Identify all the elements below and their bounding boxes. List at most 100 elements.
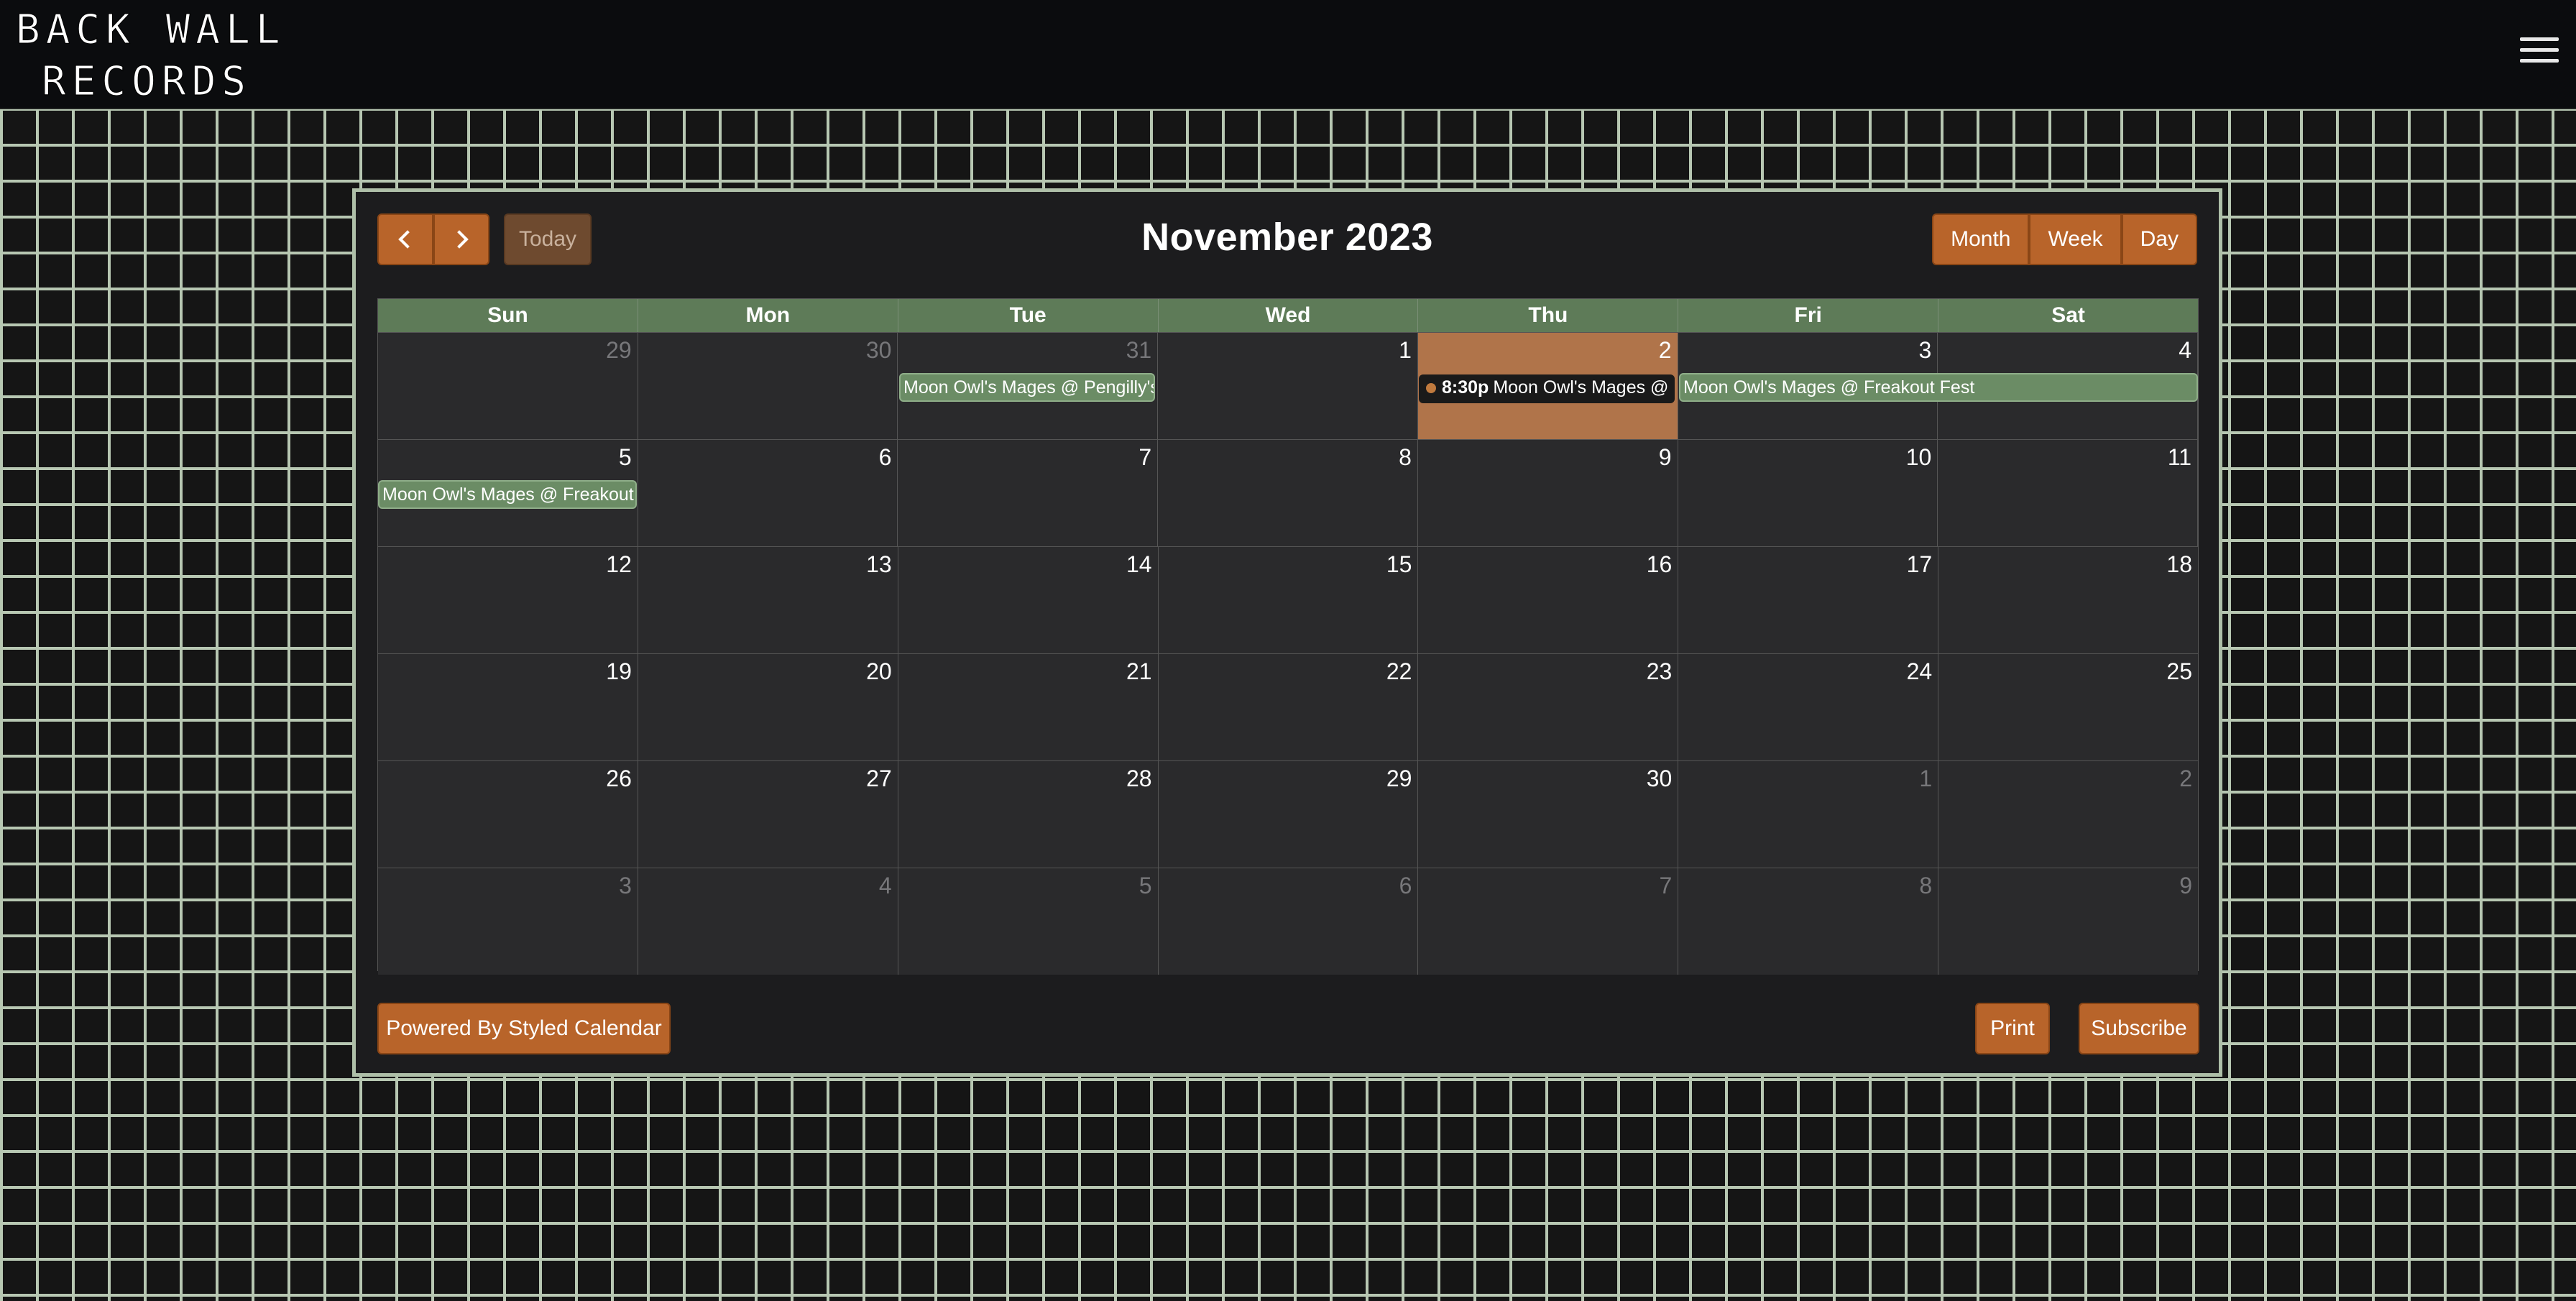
day-number: 14: [1126, 551, 1152, 577]
day-cell[interactable]: 4: [638, 868, 898, 975]
event-timed[interactable]: 8:30p Moon Owl's Mages @ N: [1419, 374, 1675, 403]
print-button[interactable]: Print: [1975, 1003, 2050, 1054]
day-number: 22: [1386, 658, 1412, 684]
day-number: 30: [1646, 766, 1673, 791]
day-cell[interactable]: 1: [1678, 761, 1939, 868]
day-cell[interactable]: 10: [1678, 440, 1938, 546]
site-header: BACK WALL RECORDS: [0, 0, 2576, 109]
day-cell[interactable]: 8: [1158, 440, 1418, 546]
event-freakout-fest[interactable]: Moon Owl's Mages @ Freakout Fest: [1679, 373, 2198, 402]
calendar-widget: Today November 2023 Month Week Day Sun M…: [352, 188, 2222, 1077]
day-cell[interactable]: 15: [1158, 547, 1419, 653]
day-cell[interactable]: 29: [378, 333, 638, 439]
day-number: 6: [878, 444, 892, 470]
event-pengillys[interactable]: Moon Owl's Mages @ Pengilly's: [899, 373, 1155, 402]
day-number: 19: [606, 658, 632, 684]
day-number: 4: [2179, 337, 2192, 363]
day-cell[interactable]: 18: [1938, 547, 2199, 653]
day-cell[interactable]: 23: [1418, 654, 1679, 760]
day-cell[interactable]: 19: [378, 654, 638, 760]
view-switcher: Month Week Day: [1932, 213, 2197, 265]
day-number: 11: [2167, 444, 2192, 470]
week-row: 26 27 28 29 30 1 2: [378, 760, 2199, 868]
day-number: 8: [1919, 873, 1933, 898]
event-title: Moon Owl's Mages @ N: [1493, 377, 1675, 397]
day-number: 3: [1918, 337, 1932, 363]
day-number: 29: [1386, 766, 1412, 791]
day-number: 18: [2166, 551, 2193, 577]
svg-text:RECORDS: RECORDS: [42, 58, 252, 102]
hamburger-menu-icon[interactable]: [2520, 37, 2559, 69]
week-view-button[interactable]: Week: [2029, 213, 2122, 265]
day-cell[interactable]: 9: [1938, 868, 2199, 975]
day-view-button[interactable]: Day: [2121, 213, 2197, 265]
day-cell[interactable]: 9: [1417, 440, 1678, 546]
day-cell[interactable]: 25: [1938, 654, 2199, 760]
day-cell[interactable]: 1: [1158, 333, 1418, 439]
day-number: 23: [1646, 658, 1673, 684]
day-cell[interactable]: 6: [1158, 868, 1419, 975]
day-cell[interactable]: 5: [898, 868, 1159, 975]
day-cell[interactable]: 2: [1938, 761, 2199, 868]
day-number: 10: [1905, 444, 1932, 470]
week-row: 3 4 5 6 7 8 9: [378, 868, 2199, 975]
month-view-button[interactable]: Month: [1932, 213, 2030, 265]
day-cell[interactable]: 30: [638, 333, 898, 439]
day-cell[interactable]: 24: [1678, 654, 1939, 760]
day-number: 1: [1919, 766, 1933, 791]
day-cell[interactable]: 26: [378, 761, 638, 868]
day-number: 25: [2166, 658, 2193, 684]
weekday-header: Wed: [1159, 299, 1419, 332]
weekday-header: Sun: [378, 299, 638, 332]
event-freakout-fest-cont[interactable]: Moon Owl's Mages @ Freakout F: [378, 480, 637, 509]
day-number: 9: [1658, 444, 1672, 470]
day-number: 13: [866, 551, 892, 577]
day-cell[interactable]: 30: [1418, 761, 1679, 868]
day-cell[interactable]: 11: [1938, 440, 2199, 546]
day-cell[interactable]: 13: [638, 547, 898, 653]
day-number: 15: [1386, 551, 1412, 577]
day-number: 29: [606, 337, 632, 363]
day-number: 9: [2179, 873, 2193, 898]
weekday-header: Thu: [1418, 299, 1679, 332]
day-cell[interactable]: 17: [1678, 547, 1939, 653]
day-cell[interactable]: 6: [638, 440, 898, 546]
day-number: 1: [1399, 337, 1412, 363]
day-number: 24: [1906, 658, 1933, 684]
svg-text:BACK WALL: BACK WALL: [16, 6, 285, 53]
subscribe-button[interactable]: Subscribe: [2079, 1003, 2199, 1054]
week-row: 12 13 14 15 16 17 18: [378, 546, 2199, 653]
day-cell[interactable]: 7: [898, 440, 1159, 546]
day-number: 12: [606, 551, 632, 577]
week-row: 29 30 31 1 2 3 4 Moon Owl's Mages @ Peng…: [378, 332, 2199, 439]
day-cell[interactable]: 3: [378, 868, 638, 975]
day-cell[interactable]: 22: [1158, 654, 1419, 760]
powered-by-button[interactable]: Powered By Styled Calendar: [377, 1003, 671, 1054]
day-cell[interactable]: 16: [1418, 547, 1679, 653]
day-number: 4: [878, 873, 892, 898]
event-dot-icon: [1426, 383, 1436, 394]
day-number: 5: [618, 444, 632, 470]
day-cell[interactable]: 14: [898, 547, 1159, 653]
day-number: 31: [1126, 337, 1152, 363]
day-cell[interactable]: 20: [638, 654, 898, 760]
day-cell[interactable]: 8: [1678, 868, 1939, 975]
weekday-header: Sat: [2051, 303, 2085, 327]
day-number: 5: [1138, 873, 1152, 898]
weekday-header-row: Sun Mon Tue Wed Thu Fri Sat: [378, 299, 2198, 332]
event-time: 8:30p: [1442, 377, 1489, 397]
day-cell[interactable]: 27: [638, 761, 898, 868]
day-cell[interactable]: 29: [1158, 761, 1419, 868]
week-row: 5 6 7 8 9 10 11 Moon Owl's Mages @ Freak…: [378, 439, 2199, 546]
day-cell[interactable]: 12: [378, 547, 638, 653]
day-number: 30: [865, 337, 892, 363]
weekday-header: Mon: [638, 299, 898, 332]
day-number: 26: [606, 766, 632, 791]
day-number: 21: [1126, 658, 1152, 684]
day-cell[interactable]: 28: [898, 761, 1159, 868]
day-cell[interactable]: 21: [898, 654, 1159, 760]
back-wall-records-logo[interactable]: BACK WALL RECORDS: [13, 6, 286, 103]
month-grid: Sun Mon Tue Wed Thu Fri Sat 29 30 31 1 2…: [377, 298, 2199, 975]
day-cell[interactable]: 7: [1418, 868, 1679, 975]
day-number: 20: [866, 658, 892, 684]
